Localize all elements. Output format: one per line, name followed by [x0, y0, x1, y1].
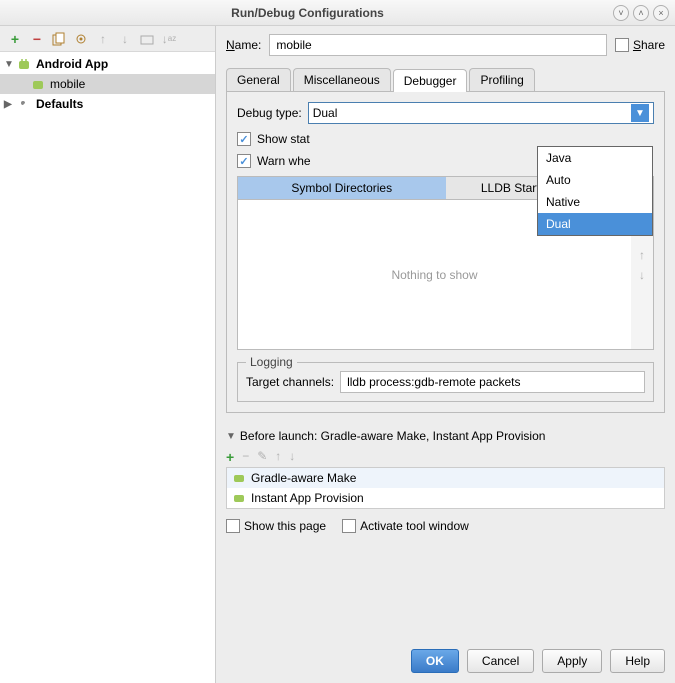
debug-type-value: Dual [313, 106, 338, 120]
add-icon[interactable]: + [226, 449, 234, 465]
dropdown-item-auto[interactable]: Auto [538, 169, 652, 191]
android-icon [16, 56, 32, 72]
logging-group: Logging Target channels: [237, 362, 654, 402]
sidebar-toolbar: + − ↑ ↓ ↓az [0, 26, 215, 52]
up-icon[interactable]: ↑ [275, 449, 281, 465]
settings-icon[interactable] [72, 30, 90, 48]
wrench-icon [16, 96, 32, 112]
checkbox-icon [615, 38, 629, 52]
dropdown-item-dual[interactable]: Dual [538, 213, 652, 235]
before-launch-item[interactable]: Instant App Provision [227, 488, 664, 508]
ok-button[interactable]: OK [411, 649, 459, 673]
show-static-label: Show stat [257, 132, 310, 146]
expand-icon[interactable]: ▶ [4, 99, 16, 110]
before-launch-header: Before launch: Gradle-aware Make, Instan… [240, 429, 546, 443]
target-channels-input[interactable] [340, 371, 645, 393]
warn-label: Warn whe [257, 154, 311, 168]
name-input[interactable] [269, 34, 607, 56]
android-icon [233, 472, 245, 484]
window-title: Run/Debug Configurations [6, 6, 609, 20]
remove-icon[interactable]: − [242, 449, 249, 465]
tree-label: Defaults [36, 97, 83, 111]
collapse-icon[interactable]: ▼ [226, 431, 236, 442]
before-launch-label: Gradle-aware Make [251, 471, 356, 485]
tree-item-android-app[interactable]: ▼ Android App [0, 54, 215, 74]
logging-legend: Logging [246, 355, 297, 369]
before-launch: ▼ Before launch: Gradle-aware Make, Inst… [226, 429, 665, 533]
copy-icon[interactable] [50, 30, 68, 48]
up-icon[interactable]: ↑ [639, 248, 645, 262]
tree-label: mobile [50, 77, 85, 91]
share-checkbox[interactable]: Share [615, 38, 665, 52]
debugger-tab-content: Debug type: Dual ▼ ✓ Show stat ✓ Warn wh… [226, 92, 665, 413]
android-icon [233, 492, 245, 504]
dropdown-item-java[interactable]: Java [538, 147, 652, 169]
subtab-symbol-dirs[interactable]: Symbol Directories [238, 177, 446, 199]
sort-icon[interactable]: ↓az [160, 30, 178, 48]
target-channels-label: Target channels: [246, 375, 334, 389]
config-tree: ▼ Android App mobile ▶ Defaults [0, 52, 215, 116]
maximize-icon[interactable]: ˄ [633, 5, 649, 21]
apply-button[interactable]: Apply [542, 649, 602, 673]
debug-type-select[interactable]: Dual ▼ [308, 102, 654, 124]
checkbox-icon [226, 519, 240, 533]
folder-icon[interactable] [138, 30, 156, 48]
debug-type-dropdown[interactable]: Java Auto Native Dual [537, 146, 653, 236]
chevron-down-icon: ▼ [631, 104, 649, 122]
down-icon[interactable]: ↓ [289, 449, 295, 465]
tab-profiling[interactable]: Profiling [469, 68, 534, 91]
tab-debugger[interactable]: Debugger [393, 69, 468, 92]
remove-icon[interactable]: − [28, 30, 46, 48]
before-launch-item[interactable]: Gradle-aware Make [227, 468, 664, 488]
dialog-buttons: OK Cancel Apply Help [411, 649, 665, 673]
show-this-page-checkbox[interactable]: Show this page [226, 519, 326, 533]
tab-general[interactable]: General [226, 68, 291, 91]
expand-icon[interactable]: ▼ [4, 59, 16, 70]
name-label: Name: [226, 38, 261, 52]
show-static-checkbox[interactable]: ✓ [237, 132, 251, 146]
tree-item-mobile[interactable]: mobile [0, 74, 215, 94]
activate-tool-label: Activate tool window [360, 519, 469, 533]
titlebar: Run/Debug Configurations ˅ ˄ × [0, 0, 675, 26]
sidebar: + − ↑ ↓ ↓az ▼ Android App mobile ▶ Defau… [0, 26, 216, 683]
tree-label: Android App [36, 57, 108, 71]
cancel-button[interactable]: Cancel [467, 649, 534, 673]
down-icon[interactable]: ↓ [116, 30, 134, 48]
right-panel: Name: Share General Miscellaneous Debugg… [216, 26, 675, 683]
activate-tool-checkbox[interactable]: Activate tool window [342, 519, 469, 533]
close-icon[interactable]: × [653, 5, 669, 21]
tree-item-defaults[interactable]: ▶ Defaults [0, 94, 215, 114]
warn-checkbox[interactable]: ✓ [237, 154, 251, 168]
minimize-icon[interactable]: ˅ [613, 5, 629, 21]
android-icon [30, 76, 46, 92]
tabstrip: General Miscellaneous Debugger Profiling [226, 68, 665, 92]
tab-misc[interactable]: Miscellaneous [293, 68, 391, 91]
checkbox-icon [342, 519, 356, 533]
show-this-page-label: Show this page [244, 519, 326, 533]
dropdown-item-native[interactable]: Native [538, 191, 652, 213]
help-button[interactable]: Help [610, 649, 665, 673]
edit-icon[interactable]: ✎ [257, 449, 267, 465]
before-launch-label: Instant App Provision [251, 491, 364, 505]
add-icon[interactable]: + [6, 30, 24, 48]
up-icon[interactable]: ↑ [94, 30, 112, 48]
debug-type-label: Debug type: [237, 106, 302, 120]
down-icon[interactable]: ↓ [639, 268, 645, 282]
